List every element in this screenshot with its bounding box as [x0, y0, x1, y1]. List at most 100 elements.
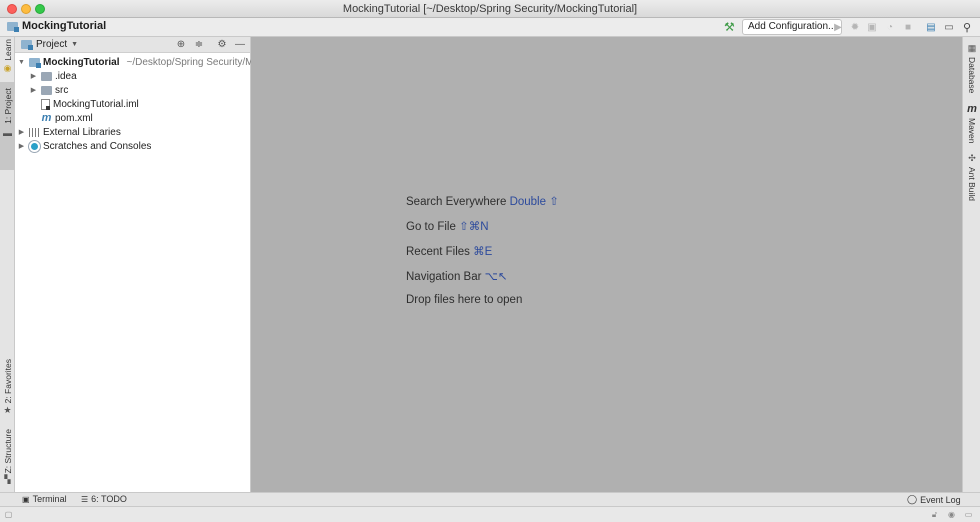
tree-item-label: MockingTutorial	[43, 56, 120, 68]
right-tool-strip: ▦ Database m Maven ✣ Ant Build	[962, 37, 980, 492]
nav-project-crumb[interactable]: MockingTutorial	[7, 20, 106, 32]
build-hammer-icon[interactable]: ⚒	[724, 20, 735, 34]
tool-tab-todo[interactable]: ☰ 6: TODO	[81, 494, 127, 504]
tool-tab-favorites[interactable]: 2: Favorites ★	[0, 359, 15, 416]
hint-text: Drop files here to open	[406, 294, 523, 306]
tool-tab-favorites-label: 2: Favorites	[2, 359, 13, 404]
project-icon	[21, 40, 33, 50]
hint-shortcut: ⌘E	[473, 246, 493, 258]
star-icon: ★	[3, 405, 12, 416]
navigation-toolbar: MockingTutorial ⚒ Add Configuration... ▶…	[0, 18, 980, 37]
tool-tab-event-log-label: Event Log	[920, 494, 961, 505]
debug-icon[interactable]: ✹	[848, 20, 862, 34]
tree-item-path: ~/Desktop/Spring Security/Mo	[126, 56, 260, 68]
chevron-down-icon: ▼	[71, 41, 79, 48]
tool-tab-todo-label: 6: TODO	[91, 494, 127, 504]
stop-icon[interactable]: ■	[901, 20, 915, 34]
tool-tab-ant-build[interactable]: ✣ Ant Build	[963, 153, 980, 201]
tree-item-label: src	[55, 84, 69, 96]
hint-navigation-bar: Navigation Bar ⌥↖	[406, 269, 508, 283]
project-panel-title: Project	[36, 39, 68, 50]
tree-item-label: MockingTutorial.iml	[53, 98, 139, 110]
tree-item-idea[interactable]: ▶ .idea	[29, 69, 77, 83]
ant-icon: ✣	[968, 153, 976, 163]
hide-panel-icon[interactable]: —	[233, 38, 247, 52]
folder-icon	[41, 85, 52, 95]
structure-icon: ▚	[4, 475, 11, 485]
collapsed-arrow-icon[interactable]: ▶	[17, 142, 26, 150]
tree-item-label: pom.xml	[55, 112, 93, 124]
tool-tab-project-label: 1: Project	[2, 88, 13, 124]
project-view-selector[interactable]: Project ▼	[21, 39, 78, 50]
tool-tab-terminal[interactable]: ▣ Terminal	[22, 494, 67, 504]
sdk-icon[interactable]: ▭	[942, 20, 956, 34]
nav-project-name: MockingTutorial	[22, 20, 107, 32]
project-folder-icon: ▬	[3, 127, 12, 138]
database-icon: ▦	[967, 43, 977, 53]
hint-text: Navigation Bar	[406, 271, 482, 283]
tree-item-root[interactable]: ▼ MockingTutorial ~/Desktop/Spring Secur…	[17, 55, 259, 69]
memory-indicator-icon[interactable]: ▭	[964, 510, 973, 519]
tree-item-pom[interactable]: m pom.xml	[41, 111, 93, 125]
tool-tab-project[interactable]: 1: Project ▬	[0, 82, 15, 170]
collapse-all-icon[interactable]: ≑	[192, 38, 206, 52]
status-bar: ▢ 🔓︎ ◉ ▭	[0, 506, 980, 522]
tool-tab-learn-label: Learn	[2, 39, 13, 61]
tool-tab-maven[interactable]: m Maven	[963, 103, 980, 144]
maven-icon: m	[967, 103, 977, 115]
hint-search-everywhere: Search Everywhere Double ⇧	[406, 194, 559, 208]
hint-shortcut: ⇧⌘N	[459, 221, 489, 233]
library-icon	[29, 127, 40, 137]
tool-tab-structure-label: Z: Structure	[2, 429, 13, 474]
tool-tab-database[interactable]: ▦ Database	[963, 43, 980, 93]
hint-shortcut: ⌥↖	[484, 271, 508, 283]
tool-tab-event-log[interactable]: ◯ Event Log	[907, 494, 961, 505]
window-title: MockingTutorial [~/Desktop/Spring Securi…	[342, 3, 638, 15]
hint-text: Go to File	[406, 221, 456, 233]
tree-item-label: .idea	[55, 70, 77, 82]
tool-tab-terminal-label: Terminal	[32, 494, 67, 504]
event-log-icon: ◯	[907, 494, 918, 504]
iml-file-icon	[41, 98, 50, 110]
folder-icon	[41, 71, 52, 81]
collapsed-arrow-icon[interactable]: ▶	[29, 86, 38, 94]
terminal-icon: ▣	[22, 494, 30, 504]
tree-item-scratches[interactable]: ▶ Scratches and Consoles	[17, 139, 151, 153]
lock-icon[interactable]: 🔓︎	[930, 510, 939, 519]
tree-item-external-libraries[interactable]: ▶ External Libraries	[17, 125, 121, 139]
coverage-icon[interactable]: ▣	[865, 20, 879, 34]
collapsed-arrow-icon[interactable]: ▶	[29, 72, 38, 80]
collapsed-arrow-icon[interactable]: ▶	[17, 128, 26, 136]
module-folder-icon	[29, 57, 41, 68]
hint-text: Recent Files	[406, 246, 470, 258]
toggle-tool-windows-icon[interactable]: ▢	[4, 510, 13, 519]
locate-icon[interactable]: ⊕	[174, 38, 188, 52]
module-folder-icon	[7, 21, 19, 32]
window-titlebar: MockingTutorial [~/Desktop/Spring Securi…	[0, 0, 980, 18]
hint-shortcut: Double ⇧	[509, 196, 559, 208]
project-structure-icon[interactable]: ▤	[924, 20, 938, 34]
search-icon[interactable]: ⚲	[960, 20, 974, 34]
tree-item-iml[interactable]: MockingTutorial.iml	[41, 97, 139, 111]
add-configuration-button[interactable]: Add Configuration...	[742, 19, 843, 35]
tool-tab-database-label: Database	[967, 57, 977, 94]
run-icon[interactable]: ▶	[831, 20, 845, 34]
tool-tab-maven-label: Maven	[967, 118, 977, 144]
hint-go-to-file: Go to File ⇧⌘N	[406, 219, 489, 233]
todo-list-icon: ☰	[81, 494, 89, 504]
inspector-icon[interactable]: ◉	[947, 510, 956, 519]
gear-icon[interactable]: ⚙	[215, 38, 229, 52]
profile-icon[interactable]: ◔	[883, 20, 897, 34]
scratches-icon	[29, 140, 40, 152]
expanded-arrow-icon[interactable]: ▼	[17, 59, 26, 66]
project-panel-header: Project ▼ ⊕ ≑ ⚙ —	[15, 37, 250, 53]
hint-drop-files: Drop files here to open	[406, 294, 522, 306]
tool-tab-learn[interactable]: Learn ◉	[0, 39, 15, 74]
maven-icon: m	[41, 112, 52, 124]
tool-tab-ant-build-label: Ant Build	[967, 167, 977, 202]
tool-tab-structure[interactable]: Z: Structure ▚	[0, 429, 15, 484]
project-tool-window: Project ▼ ⊕ ≑ ⚙ — ▼ MockingTutorial ~/De…	[15, 37, 259, 492]
tree-item-label: External Libraries	[43, 126, 121, 138]
editor-empty-area[interactable]: Search Everywhere Double ⇧ Go to File ⇧⌘…	[251, 37, 962, 492]
tree-item-src[interactable]: ▶ src	[29, 83, 69, 97]
